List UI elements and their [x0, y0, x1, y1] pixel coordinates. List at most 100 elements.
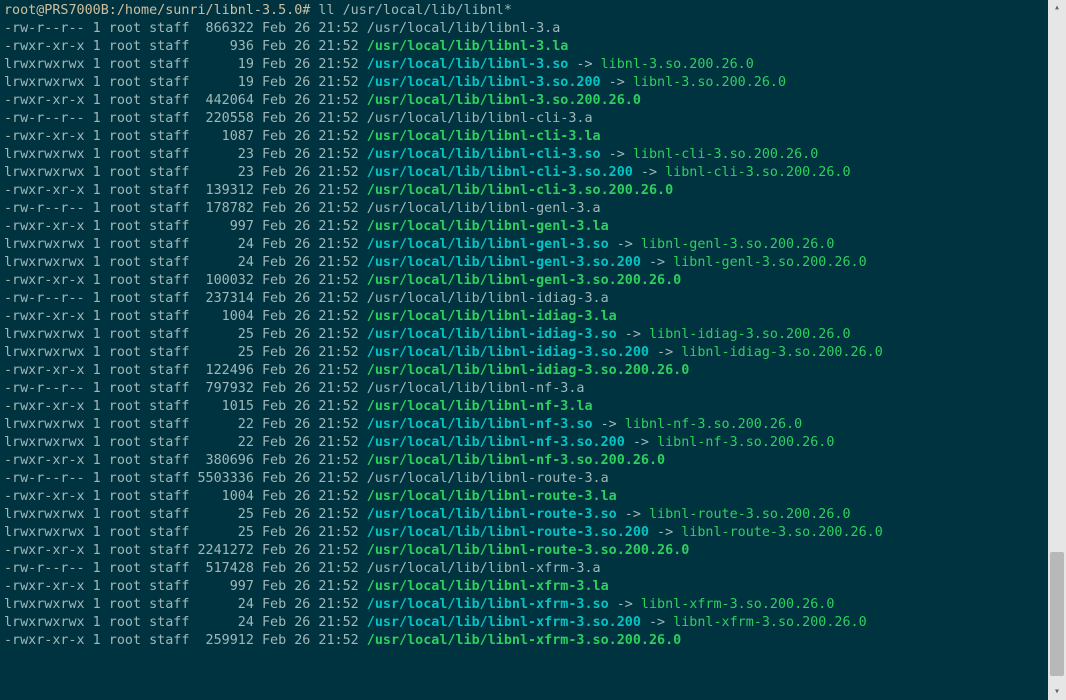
file-meta: -rwxr-xr-x 1 root staff 1015 Feb 26 21:5… [4, 399, 367, 414]
file-meta: lrwxrwxrwx 1 root staff 24 Feb 26 21:52 [4, 255, 367, 270]
shell-prompt: root@PRS7000B:/home/sunri/libnl-3.5.0# [4, 3, 310, 18]
file-path: /usr/local/lib/libnl-idiag-3.la [367, 309, 617, 324]
file-path: /usr/local/lib/libnl-cli-3.so.200 [367, 165, 633, 180]
symlink-target: libnl-3.so.200.26.0 [633, 75, 786, 90]
file-meta: lrwxrwxrwx 1 root staff 24 Feb 26 21:52 [4, 615, 367, 630]
file-path: /usr/local/lib/libnl-cli-3.la [367, 129, 601, 144]
file-path: /usr/local/lib/libnl-route-3.a [367, 471, 609, 486]
file-meta: -rwxr-xr-x 1 root staff 100032 Feb 26 21… [4, 273, 367, 288]
file-meta: -rwxr-xr-x 1 root staff 2241272 Feb 26 2… [4, 543, 367, 558]
symlink-target: libnl-3.so.200.26.0 [601, 57, 754, 72]
ls-line: lrwxrwxrwx 1 root staff 25 Feb 26 21:52 … [4, 524, 1044, 542]
file-meta: -rw-r--r-- 1 root staff 517428 Feb 26 21… [4, 561, 367, 576]
file-meta: -rwxr-xr-x 1 root staff 936 Feb 26 21:52 [4, 39, 367, 54]
symlink-target: libnl-xfrm-3.so.200.26.0 [673, 615, 866, 630]
file-meta: lrwxrwxrwx 1 root staff 25 Feb 26 21:52 [4, 345, 367, 360]
terminal-output[interactable]: root@PRS7000B:/home/sunri/libnl-3.5.0# l… [0, 0, 1048, 700]
file-meta: -rw-r--r-- 1 root staff 797932 Feb 26 21… [4, 381, 367, 396]
file-meta: -rw-r--r-- 1 root staff 220558 Feb 26 21… [4, 111, 367, 126]
ls-line: -rw-r--r-- 1 root staff 866322 Feb 26 21… [4, 20, 1044, 38]
symlink-target: libnl-route-3.so.200.26.0 [681, 525, 883, 540]
symlink-target: libnl-cli-3.so.200.26.0 [633, 147, 818, 162]
file-meta: -rw-r--r-- 1 root staff 866322 Feb 26 21… [4, 21, 367, 36]
ls-line: -rwxr-xr-x 1 root staff 380696 Feb 26 21… [4, 452, 1044, 470]
file-meta: -rw-r--r-- 1 root staff 5503336 Feb 26 2… [4, 471, 367, 486]
file-meta: -rw-r--r-- 1 root staff 178782 Feb 26 21… [4, 201, 367, 216]
scroll-down-arrow-icon[interactable]: ▾ [1048, 684, 1066, 700]
symlink-arrow-icon: -> [609, 237, 641, 252]
shell-command: ll /usr/local/lib/libnl* [318, 3, 511, 18]
file-path: /usr/local/lib/libnl-nf-3.so.200.26.0 [367, 453, 665, 468]
symlink-target: libnl-route-3.so.200.26.0 [649, 507, 851, 522]
ls-line: lrwxrwxrwx 1 root staff 25 Feb 26 21:52 … [4, 344, 1044, 362]
symlink-target: libnl-xfrm-3.so.200.26.0 [641, 597, 834, 612]
file-meta: -rwxr-xr-x 1 root staff 997 Feb 26 21:52 [4, 219, 367, 234]
file-path: /usr/local/lib/libnl-xfrm-3.so.200 [367, 615, 641, 630]
symlink-target: libnl-idiag-3.so.200.26.0 [649, 327, 851, 342]
file-path: /usr/local/lib/libnl-xfrm-3.so.200.26.0 [367, 633, 681, 648]
file-path: /usr/local/lib/libnl-route-3.so [367, 507, 617, 522]
file-meta: lrwxrwxrwx 1 root staff 22 Feb 26 21:52 [4, 417, 367, 432]
file-path: /usr/local/lib/libnl-cli-3.so.200.26.0 [367, 183, 673, 198]
symlink-arrow-icon: -> [633, 165, 665, 180]
ls-line: lrwxrwxrwx 1 root staff 22 Feb 26 21:52 … [4, 416, 1044, 434]
ls-line: -rwxr-xr-x 1 root staff 442064 Feb 26 21… [4, 92, 1044, 110]
file-meta: -rwxr-xr-x 1 root staff 1004 Feb 26 21:5… [4, 309, 367, 324]
file-meta: lrwxrwxrwx 1 root staff 25 Feb 26 21:52 [4, 507, 367, 522]
ls-line: -rw-r--r-- 1 root staff 797932 Feb 26 21… [4, 380, 1044, 398]
symlink-arrow-icon: -> [625, 435, 657, 450]
ls-line: lrwxrwxrwx 1 root staff 24 Feb 26 21:52 … [4, 254, 1044, 272]
symlink-arrow-icon: -> [641, 255, 673, 270]
ls-line: lrwxrwxrwx 1 root staff 24 Feb 26 21:52 … [4, 614, 1044, 632]
file-path: /usr/local/lib/libnl-xfrm-3.a [367, 561, 601, 576]
scroll-up-arrow-icon[interactable]: ▴ [1048, 0, 1066, 16]
file-path: /usr/local/lib/libnl-3.la [367, 39, 569, 54]
file-meta: lrwxrwxrwx 1 root staff 19 Feb 26 21:52 [4, 75, 367, 90]
ls-line: lrwxrwxrwx 1 root staff 25 Feb 26 21:52 … [4, 506, 1044, 524]
ls-line: lrwxrwxrwx 1 root staff 23 Feb 26 21:52 … [4, 146, 1044, 164]
scrollbar-thumb[interactable] [1050, 552, 1064, 676]
ls-line: -rwxr-xr-x 1 root staff 1004 Feb 26 21:5… [4, 308, 1044, 326]
prompt-line: root@PRS7000B:/home/sunri/libnl-3.5.0# l… [4, 2, 1044, 20]
symlink-arrow-icon: -> [649, 345, 681, 360]
file-path: /usr/local/lib/libnl-idiag-3.so.200 [367, 345, 649, 360]
symlink-target: libnl-nf-3.so.200.26.0 [657, 435, 834, 450]
file-path: /usr/local/lib/libnl-genl-3.so.200 [367, 255, 641, 270]
symlink-arrow-icon: -> [593, 417, 625, 432]
ls-line: -rwxr-xr-x 1 root staff 2241272 Feb 26 2… [4, 542, 1044, 560]
file-path: /usr/local/lib/libnl-nf-3.a [367, 381, 585, 396]
file-meta: lrwxrwxrwx 1 root staff 25 Feb 26 21:52 [4, 327, 367, 342]
file-path: /usr/local/lib/libnl-genl-3.la [367, 219, 609, 234]
file-path: /usr/local/lib/libnl-nf-3.so.200 [367, 435, 625, 450]
file-path: /usr/local/lib/libnl-cli-3.a [367, 111, 593, 126]
file-path: /usr/local/lib/libnl-idiag-3.so [367, 327, 617, 342]
file-path: /usr/local/lib/libnl-3.so [367, 57, 569, 72]
symlink-target: libnl-genl-3.so.200.26.0 [673, 255, 866, 270]
file-meta: -rwxr-xr-x 1 root staff 259912 Feb 26 21… [4, 633, 367, 648]
file-meta: lrwxrwxrwx 1 root staff 23 Feb 26 21:52 [4, 147, 367, 162]
file-meta: lrwxrwxrwx 1 root staff 23 Feb 26 21:52 [4, 165, 367, 180]
file-meta: -rwxr-xr-x 1 root staff 1004 Feb 26 21:5… [4, 489, 367, 504]
ls-line: lrwxrwxrwx 1 root staff 23 Feb 26 21:52 … [4, 164, 1044, 182]
file-meta: -rwxr-xr-x 1 root staff 139312 Feb 26 21… [4, 183, 367, 198]
file-meta: -rwxr-xr-x 1 root staff 380696 Feb 26 21… [4, 453, 367, 468]
vertical-scrollbar[interactable]: ▴ ▾ [1048, 0, 1066, 700]
ls-line: lrwxrwxrwx 1 root staff 22 Feb 26 21:52 … [4, 434, 1044, 452]
symlink-arrow-icon: -> [601, 147, 633, 162]
file-meta: -rwxr-xr-x 1 root staff 1087 Feb 26 21:5… [4, 129, 367, 144]
file-path: /usr/local/lib/libnl-nf-3.la [367, 399, 593, 414]
ls-line: -rwxr-xr-x 1 root staff 1015 Feb 26 21:5… [4, 398, 1044, 416]
ls-line: -rwxr-xr-x 1 root staff 997 Feb 26 21:52… [4, 218, 1044, 236]
file-path: /usr/local/lib/libnl-route-3.so.200.26.0 [367, 543, 689, 558]
ls-line: -rw-r--r-- 1 root staff 5503336 Feb 26 2… [4, 470, 1044, 488]
file-path: /usr/local/lib/libnl-nf-3.so [367, 417, 593, 432]
file-meta: lrwxrwxrwx 1 root staff 24 Feb 26 21:52 [4, 237, 367, 252]
scrollbar-track[interactable] [1048, 16, 1066, 684]
ls-line: -rwxr-xr-x 1 root staff 1004 Feb 26 21:5… [4, 488, 1044, 506]
ls-line: lrwxrwxrwx 1 root staff 24 Feb 26 21:52 … [4, 236, 1044, 254]
file-meta: -rwxr-xr-x 1 root staff 122496 Feb 26 21… [4, 363, 367, 378]
file-path: /usr/local/lib/libnl-genl-3.so.200.26.0 [367, 273, 681, 288]
file-path: /usr/local/lib/libnl-cli-3.so [367, 147, 601, 162]
file-path: /usr/local/lib/libnl-idiag-3.so.200.26.0 [367, 363, 689, 378]
symlink-arrow-icon: -> [609, 597, 641, 612]
